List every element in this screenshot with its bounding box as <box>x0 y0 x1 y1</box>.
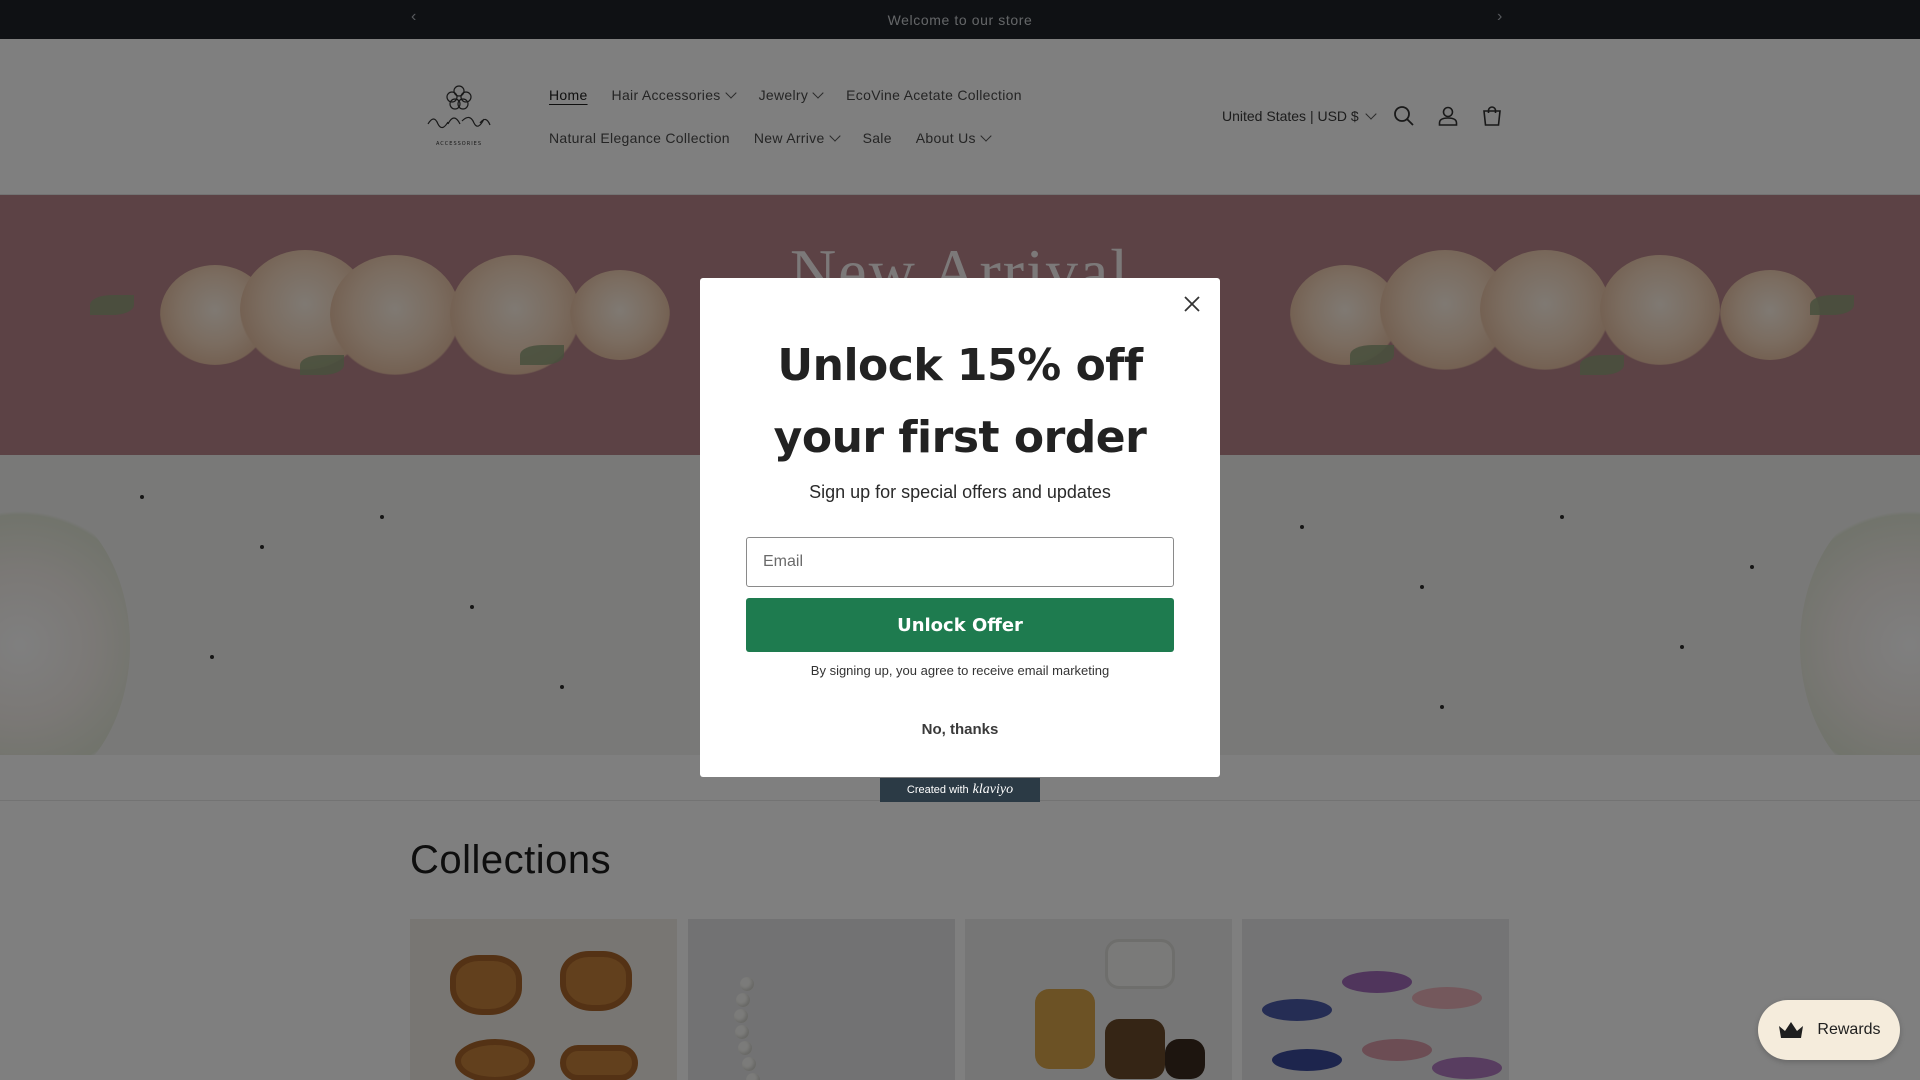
popup-title-line-2: your first order <box>773 412 1147 463</box>
crown-icon <box>1779 1022 1804 1038</box>
popup-title: Unlock 15% off your first order <box>700 330 1220 474</box>
klaviyo-badge-brand: klaviyo <box>972 782 1014 797</box>
close-icon[interactable] <box>1178 290 1206 318</box>
rewards-label: Rewards <box>1817 1021 1881 1038</box>
popup-title-line-1: Unlock 15% off <box>777 340 1143 391</box>
popup-subtitle: Sign up for special offers and updates <box>809 482 1111 502</box>
klaviyo-badge-prefix: Created with <box>906 784 969 796</box>
rewards-button[interactable]: Rewards <box>1758 1000 1900 1060</box>
klaviyo-badge[interactable]: Created with klaviyo <box>880 778 1040 802</box>
unlock-offer-button[interactable]: Unlock Offer <box>746 598 1174 652</box>
signup-popup: Unlock 15% off your first order Sign up … <box>700 278 1220 777</box>
no-thanks-link[interactable]: No, thanks <box>700 721 1220 738</box>
email-field[interactable] <box>746 537 1174 587</box>
consent-text: By signing up, you agree to receive emai… <box>810 663 1110 678</box>
